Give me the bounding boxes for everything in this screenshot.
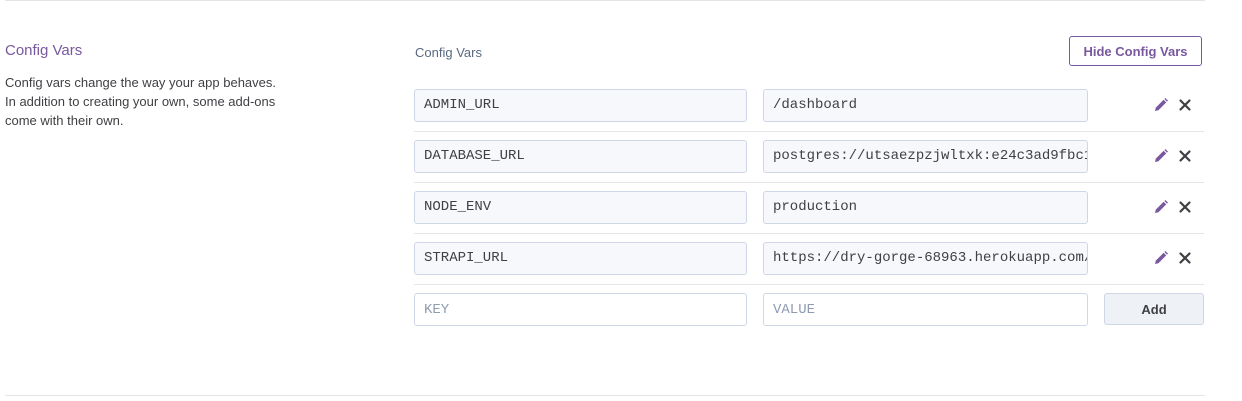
section-description: Config vars change the way your app beha… (5, 75, 277, 128)
row-actions (1153, 148, 1193, 164)
config-var-value-field[interactable]: https://dry-gorge-68963.herokuapp.com/ (763, 242, 1088, 275)
config-vars-panel-title: Config Vars (415, 45, 482, 60)
hide-config-vars-button[interactable]: Hide Config Vars (1069, 36, 1202, 66)
config-var-row: DATABASE_URL postgres://utsaezpzjwltxk:e… (414, 132, 1204, 183)
config-var-row: NODE_ENV production (414, 183, 1204, 234)
config-var-key-field[interactable]: NODE_ENV (414, 191, 747, 224)
top-divider (5, 0, 1205, 1)
config-var-row: STRAPI_URL https://dry-gorge-68963.herok… (414, 234, 1204, 285)
add-config-var-button[interactable]: Add (1104, 293, 1204, 325)
config-var-value-field[interactable]: postgres://utsaezpzjwltxk:e24c3ad9fbc1 (763, 140, 1088, 173)
config-var-row: ADMIN_URL /dashboard (414, 81, 1204, 132)
new-value-input[interactable] (763, 293, 1088, 326)
pencil-icon[interactable] (1153, 148, 1169, 164)
config-var-value-field[interactable]: /dashboard (763, 89, 1088, 122)
section-title: Config Vars (5, 42, 83, 59)
config-var-key-field[interactable]: ADMIN_URL (414, 89, 747, 122)
pencil-icon[interactable] (1153, 97, 1169, 113)
close-icon[interactable] (1177, 199, 1193, 215)
pencil-icon[interactable] (1153, 250, 1169, 266)
bottom-divider (5, 395, 1205, 396)
pencil-icon[interactable] (1153, 199, 1169, 215)
close-icon[interactable] (1177, 250, 1193, 266)
new-key-input[interactable] (414, 293, 747, 326)
config-var-value-field[interactable]: production (763, 191, 1088, 224)
close-icon[interactable] (1177, 148, 1193, 164)
row-actions (1153, 250, 1193, 266)
row-actions (1153, 97, 1193, 113)
new-config-var-row: Add (414, 285, 1204, 336)
close-icon[interactable] (1177, 97, 1193, 113)
row-actions (1153, 199, 1193, 215)
config-var-key-field[interactable]: STRAPI_URL (414, 242, 747, 275)
config-var-key-field[interactable]: DATABASE_URL (414, 140, 747, 173)
